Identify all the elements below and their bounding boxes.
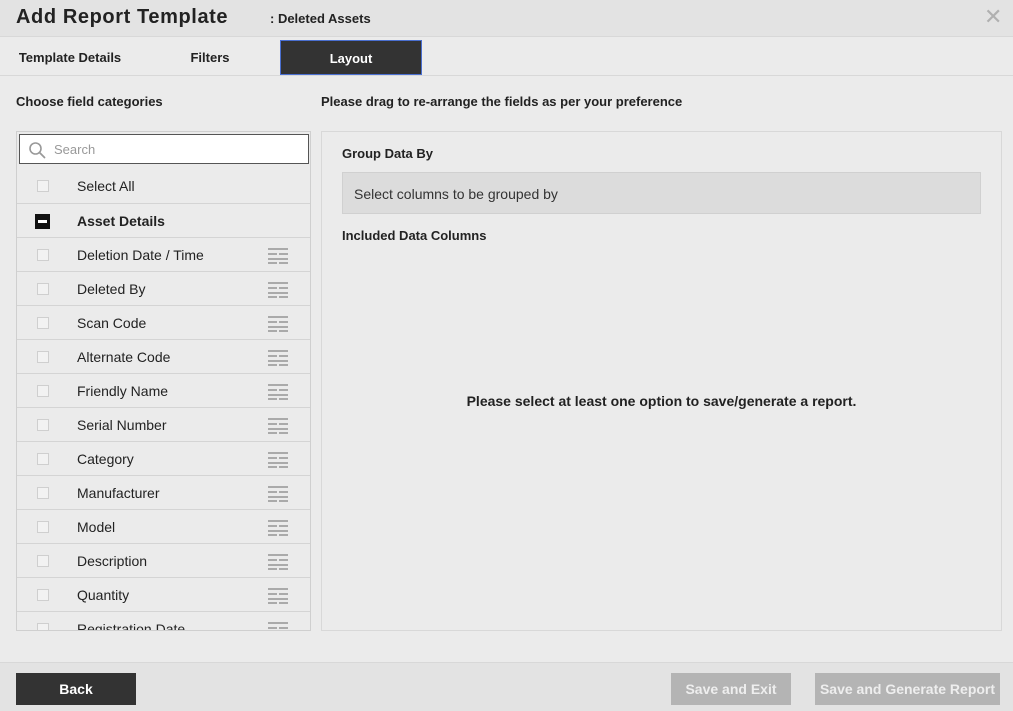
field-categories-panel: Select All Asset Details Deletion Date /…	[16, 131, 311, 631]
field-label: Quantity	[77, 587, 130, 603]
field-label: Description	[77, 553, 148, 569]
field-row[interactable]: Scan Code	[17, 306, 310, 340]
dialog-header: Add Report Template : Deleted Assets ✕	[0, 0, 1013, 36]
drag-handle-icon[interactable]	[268, 485, 288, 503]
search-input[interactable]	[54, 135, 304, 163]
field-checkbox[interactable]	[37, 487, 49, 499]
field-checkbox[interactable]	[37, 623, 49, 630]
field-checkbox[interactable]	[37, 249, 49, 261]
select-all-row[interactable]: Select All	[17, 169, 310, 204]
back-button[interactable]: Back	[16, 673, 136, 705]
field-row[interactable]: Model	[17, 510, 310, 544]
field-row[interactable]: Registration Date	[17, 612, 310, 631]
field-checkbox[interactable]	[37, 521, 49, 533]
group-by-dropzone[interactable]: Select columns to be grouped by	[342, 172, 981, 214]
search-box	[19, 134, 309, 164]
category-row-asset-details[interactable]: Asset Details	[17, 204, 310, 238]
field-label: Friendly Name	[77, 383, 169, 399]
field-row[interactable]: Deleted By	[17, 272, 310, 306]
field-label: Deleted By	[77, 281, 146, 297]
tab-bar: Template Details Filters Layout	[0, 36, 1013, 76]
save-and-exit-button[interactable]: Save and Exit	[671, 673, 791, 705]
included-columns-label: Included Data Columns	[342, 228, 487, 243]
field-checkbox[interactable]	[37, 283, 49, 295]
tab-filters[interactable]: Filters	[170, 40, 250, 75]
drag-handle-icon[interactable]	[268, 315, 288, 333]
dialog-title: Add Report Template	[16, 6, 229, 28]
drag-handle-icon[interactable]	[268, 451, 288, 469]
field-row[interactable]: Manufacturer	[17, 476, 310, 510]
field-label: Deletion Date / Time	[77, 247, 204, 263]
field-label: Model	[77, 519, 116, 535]
field-checkbox[interactable]	[37, 385, 49, 397]
field-checkbox[interactable]	[37, 555, 49, 567]
select-all-checkbox[interactable]	[37, 180, 49, 192]
field-row[interactable]: Category	[17, 442, 310, 476]
drag-handle-icon[interactable]	[268, 621, 288, 630]
field-checkbox[interactable]	[37, 589, 49, 601]
field-label: Registration Date	[77, 621, 186, 631]
drag-handle-icon[interactable]	[268, 553, 288, 571]
field-checkbox[interactable]	[37, 419, 49, 431]
field-row[interactable]: Friendly Name	[17, 374, 310, 408]
save-and-generate-button[interactable]: Save and Generate Report	[815, 673, 1000, 705]
arrange-instructions: Please drag to re-arrange the fields as …	[321, 94, 683, 109]
category-partial-checkbox[interactable]	[35, 214, 50, 229]
group-data-by-label: Group Data By	[342, 146, 434, 161]
select-all-label: Select All	[77, 178, 135, 194]
drag-handle-icon[interactable]	[268, 587, 288, 605]
field-rows: Deletion Date / Time Deleted By Scan Code A…	[17, 238, 310, 631]
layout-panel: Group Data By Select columns to be group…	[321, 131, 1002, 631]
field-list: Select All Asset Details Deletion Date /…	[17, 169, 310, 631]
drag-handle-icon[interactable]	[268, 281, 288, 299]
tab-template-details[interactable]: Template Details	[0, 40, 140, 75]
field-label: Alternate Code	[77, 349, 171, 365]
field-categories-heading: Choose field categories	[16, 94, 163, 109]
field-row[interactable]: Description	[17, 544, 310, 578]
drag-handle-icon[interactable]	[268, 519, 288, 537]
dialog-subtitle: : Deleted Assets	[270, 11, 371, 26]
drag-handle-icon[interactable]	[268, 417, 288, 435]
field-label: Category	[77, 451, 134, 467]
field-label: Manufacturer	[77, 485, 160, 501]
field-row[interactable]: Alternate Code	[17, 340, 310, 374]
field-checkbox[interactable]	[37, 351, 49, 363]
field-label: Serial Number	[77, 417, 167, 433]
empty-state-message: Please select at least one option to sav…	[466, 393, 857, 409]
tab-layout[interactable]: Layout	[280, 40, 422, 75]
category-label: Asset Details	[77, 213, 165, 229]
field-row[interactable]: Quantity	[17, 578, 310, 612]
field-row[interactable]: Deletion Date / Time	[17, 238, 310, 272]
group-by-placeholder: Select columns to be grouped by	[354, 186, 558, 202]
field-checkbox[interactable]	[37, 453, 49, 465]
drag-handle-icon[interactable]	[268, 349, 288, 367]
field-checkbox[interactable]	[37, 317, 49, 329]
close-icon[interactable]: ✕	[984, 6, 1002, 28]
dialog-footer: Back Save and Exit Save and Generate Rep…	[0, 662, 1013, 711]
drag-handle-icon[interactable]	[268, 247, 288, 265]
drag-handle-icon[interactable]	[268, 383, 288, 401]
search-icon	[29, 142, 46, 159]
field-label: Scan Code	[77, 315, 147, 331]
field-row[interactable]: Serial Number	[17, 408, 310, 442]
